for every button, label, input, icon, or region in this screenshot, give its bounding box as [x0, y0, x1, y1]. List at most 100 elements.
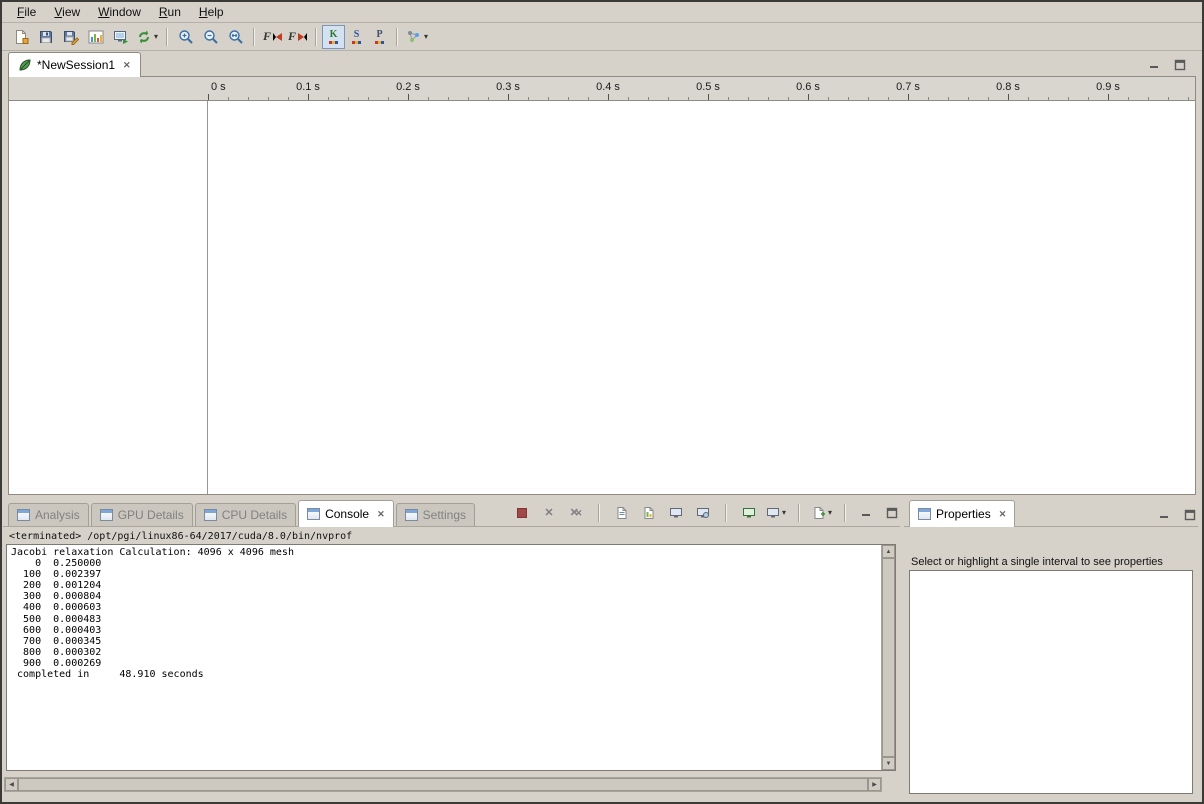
ruler-tick: [728, 97, 729, 100]
scrollbar-thumb[interactable]: [882, 558, 895, 757]
ruler-tick: [1148, 97, 1149, 100]
ruler-tick: [548, 97, 549, 100]
tab-settings[interactable]: Settings: [396, 503, 475, 526]
remove-all-launches-button[interactable]: ✕ ✕: [566, 504, 586, 522]
switch-console-button[interactable]: ▾: [766, 504, 786, 522]
stream-toggle-button[interactable]: S: [345, 25, 368, 49]
tab-session[interactable]: *NewSession1 ✕: [8, 52, 141, 77]
open-console-button[interactable]: ▾: [812, 504, 832, 522]
export-session-button[interactable]: [108, 25, 133, 49]
scroll-lock-button[interactable]: [666, 504, 686, 522]
console-tab-icon: [307, 508, 320, 520]
ruler-tick: [1048, 97, 1049, 100]
gpu-details-tab-icon: [100, 509, 113, 521]
menu-help[interactable]: Help: [190, 3, 233, 21]
export-log-button[interactable]: [639, 504, 659, 522]
console-output-box: Jacobi relaxation Calculation: 4096 x 40…: [6, 544, 896, 771]
process-toggle-button[interactable]: P: [368, 25, 391, 49]
console-vertical-scrollbar[interactable]: ▲ ▼: [881, 545, 895, 770]
minimize-button[interactable]: [858, 506, 874, 520]
tab-gpu-details[interactable]: GPU Details: [91, 503, 193, 526]
properties-toolbar: [1156, 508, 1198, 526]
ruler-tick: [1068, 97, 1069, 100]
menu-run[interactable]: Run: [150, 3, 190, 21]
console-output[interactable]: Jacobi relaxation Calculation: 4096 x 40…: [7, 547, 880, 770]
menu-file[interactable]: File: [8, 3, 45, 21]
toolbar-separator: [396, 28, 398, 46]
toolbar-separator: [725, 504, 727, 522]
timeline-canvas[interactable]: [209, 101, 1195, 494]
tab-cpu-details[interactable]: CPU Details: [195, 503, 296, 526]
remove-all-icon: ✕: [575, 508, 583, 519]
next-marker-icon: [298, 33, 307, 41]
zoom-out-button[interactable]: [198, 25, 223, 49]
tab-console[interactable]: Console✕: [298, 500, 394, 527]
profile-chart-button[interactable]: [83, 25, 108, 49]
save-as-button[interactable]: [58, 25, 83, 49]
close-icon[interactable]: ✕: [999, 509, 1007, 520]
menu-window[interactable]: Window: [89, 3, 150, 21]
run-analysis-button[interactable]: ▾: [403, 25, 431, 49]
clear-console-button[interactable]: [612, 504, 632, 522]
new-session-button[interactable]: [8, 25, 33, 49]
save-icon: [38, 29, 54, 45]
console-process-status: <terminated> /opt/pgi/linux86-64/2017/cu…: [9, 531, 352, 542]
maximize-button[interactable]: [1172, 58, 1188, 72]
bottom-tab-bar: Analysis GPU Details CPU DetailsConsole✕Se…: [3, 500, 900, 527]
scrollbar-thumb[interactable]: [18, 778, 868, 791]
minimize-button[interactable]: [1146, 58, 1162, 72]
maximize-button[interactable]: [884, 506, 900, 520]
terminate-button[interactable]: [512, 504, 532, 522]
display-console-button[interactable]: [739, 504, 759, 522]
pin-console-button[interactable]: [693, 504, 713, 522]
cpu-details-tab-icon: [204, 509, 217, 521]
console-horizontal-scrollbar[interactable]: ◀ ▶: [4, 777, 882, 792]
ruler-tick: [1188, 97, 1189, 100]
ruler-tick-label: 0.5 s: [696, 81, 720, 93]
scroll-down-arrow[interactable]: ▼: [882, 757, 895, 770]
terminate-icon: [517, 508, 527, 518]
process-toggle-icon: P: [376, 30, 382, 40]
ruler-tick: [628, 97, 629, 100]
tab-label: GPU Details: [118, 508, 184, 522]
ruler-tick: [1168, 97, 1169, 100]
ruler-tick: [408, 94, 409, 100]
new-session-icon: [13, 29, 29, 45]
scroll-left-arrow[interactable]: ◀: [5, 778, 18, 791]
ruler-tick: [368, 97, 369, 100]
toolbar-separator: [315, 28, 317, 46]
kernel-toggle-button[interactable]: K: [322, 25, 345, 49]
nvvp-window: FileViewWindowRunHelp ▾: [0, 0, 1204, 804]
scroll-up-arrow[interactable]: ▲: [882, 545, 895, 558]
export-monitor-icon: [113, 29, 129, 45]
analysis-icon: [406, 29, 422, 45]
marker-letter: F: [263, 29, 271, 44]
ruler-tick: [1088, 97, 1089, 100]
tab-analysis[interactable]: Analysis: [8, 503, 89, 526]
menu-view[interactable]: View: [45, 3, 89, 21]
zoom-in-button[interactable]: [173, 25, 198, 49]
ruler-tick: [448, 97, 449, 100]
timeline-row-labels-panel[interactable]: [9, 101, 208, 494]
close-icon[interactable]: ✕: [123, 60, 131, 71]
maximize-button[interactable]: [1182, 508, 1198, 522]
toolbar-separator: [598, 504, 600, 522]
minimize-icon: [1158, 509, 1170, 521]
prev-marker-button[interactable]: F: [260, 25, 285, 49]
minimize-button[interactable]: [1156, 508, 1172, 522]
save-button[interactable]: [33, 25, 58, 49]
timeline-ruler[interactable]: 0 s0.1 s0.2 s0.3 s0.4 s0.5 s0.6 s0.7 s0.…: [9, 77, 1195, 101]
zoom-fit-button[interactable]: [223, 25, 248, 49]
next-marker-button[interactable]: F: [285, 25, 310, 49]
ruler-tick: [908, 94, 909, 100]
toolbar-separator: [253, 28, 255, 46]
refresh-timeline-button[interactable]: ▾: [133, 25, 161, 49]
close-icon[interactable]: ✕: [377, 509, 385, 520]
ruler-tick-label: 0.8 s: [996, 81, 1020, 93]
mini-bars-icon: [352, 41, 361, 44]
scroll-right-arrow[interactable]: ▶: [868, 778, 881, 791]
tab-properties[interactable]: Properties ✕: [909, 500, 1015, 527]
ruler-tick: [348, 97, 349, 100]
mini-bars-icon: [375, 41, 384, 44]
remove-launch-button[interactable]: ✕: [539, 504, 559, 522]
